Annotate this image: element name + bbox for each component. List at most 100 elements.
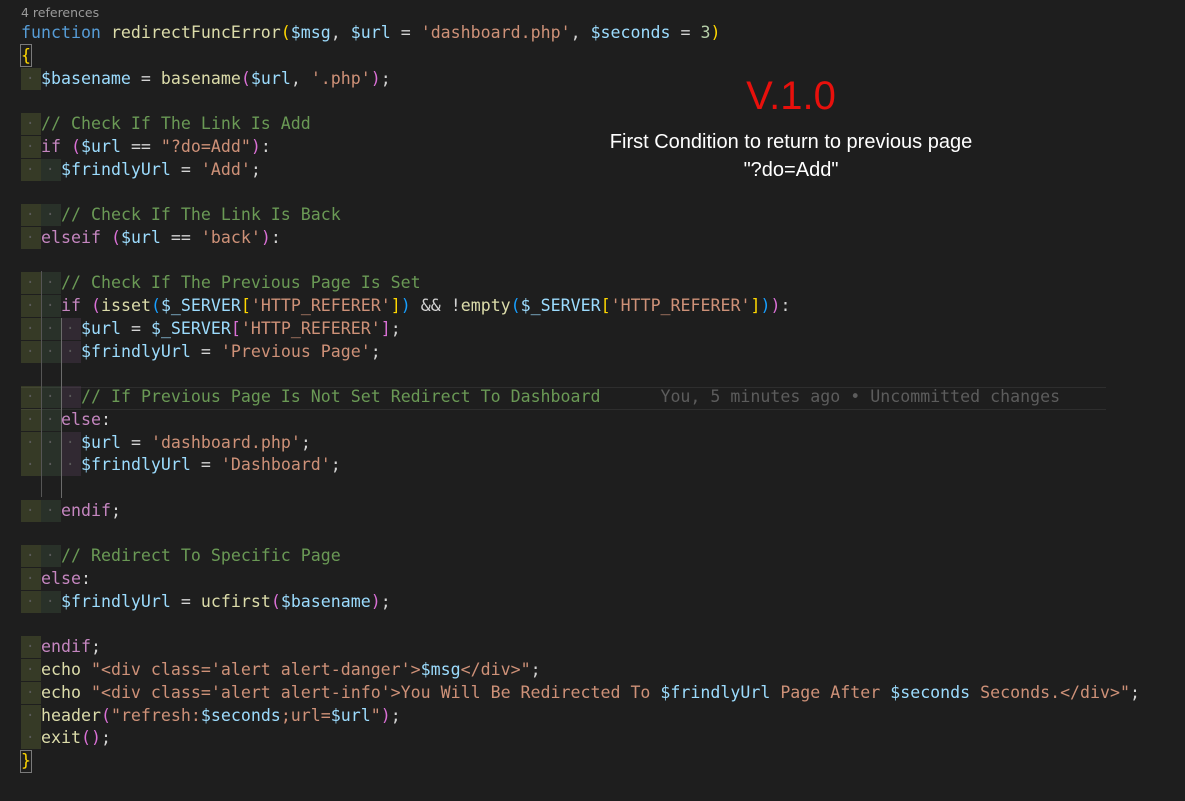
token-paren: ( bbox=[240, 68, 251, 88]
token-control-keyword: if bbox=[41, 136, 61, 156]
code-line-29[interactable]: echo "<div class='alert alert-danger'>$m… bbox=[21, 659, 1140, 682]
indent-guide bbox=[21, 454, 41, 477]
code-line-33[interactable]: } bbox=[21, 750, 1140, 773]
token-paren: ) bbox=[370, 591, 381, 611]
code-line-23[interactable] bbox=[21, 523, 1140, 546]
token-punct: : bbox=[80, 569, 91, 588]
code-line-9[interactable]: // Check If The Link Is Back bbox=[21, 204, 1140, 227]
indent-guide bbox=[21, 226, 41, 250]
code-editor[interactable]: 4 references function redirectFuncError(… bbox=[0, 0, 1185, 801]
token-string: 'dashboard.php' bbox=[420, 23, 571, 42]
code-line-13[interactable]: if (isset($_SERVER['HTTP_REFERER']) && !… bbox=[21, 295, 1140, 318]
code-line-24[interactable]: // Redirect To Specific Page bbox=[21, 545, 1140, 568]
code-line-8[interactable] bbox=[21, 181, 1140, 204]
token-function-name: basename bbox=[160, 68, 241, 88]
token-punct: ; bbox=[380, 68, 391, 88]
token-paren: ) bbox=[380, 705, 391, 725]
code-line-22[interactable]: endif; bbox=[21, 499, 1140, 523]
code-line-16[interactable] bbox=[21, 363, 1140, 386]
indent-guide bbox=[41, 386, 61, 409]
code-line-19[interactable]: $url = 'dashboard.php'; bbox=[21, 431, 1140, 454]
token-variable: $url bbox=[120, 227, 161, 247]
indent-guide bbox=[41, 317, 61, 341]
token-punct: ; bbox=[100, 728, 111, 748]
code-line-21[interactable] bbox=[21, 477, 1140, 500]
token-paren: ) bbox=[370, 68, 381, 88]
token-bracket: [ bbox=[230, 318, 241, 338]
token-paren: ( bbox=[270, 591, 281, 611]
indent-guide bbox=[21, 681, 41, 705]
indent-guide bbox=[61, 340, 81, 363]
token-operator: = bbox=[170, 591, 201, 611]
token-control-keyword: else bbox=[61, 409, 101, 429]
token-paren: ( bbox=[510, 296, 521, 315]
indent-guide bbox=[41, 340, 61, 363]
codelens-references[interactable]: 4 references bbox=[21, 5, 99, 20]
indent-guide bbox=[41, 295, 61, 318]
token-variable: $url bbox=[250, 68, 291, 88]
token-variable: $frindlyUrl bbox=[660, 682, 771, 702]
token-punct: ; bbox=[390, 705, 401, 725]
token-variable: $frindlyUrl bbox=[81, 341, 191, 361]
code-line-30[interactable]: echo "<div class='alert alert-info'>You … bbox=[21, 681, 1140, 705]
token-number: 3 bbox=[700, 23, 711, 42]
code-line-28[interactable]: endif; bbox=[21, 636, 1140, 659]
indent-guide bbox=[41, 454, 61, 477]
token-punct: ; bbox=[530, 660, 541, 679]
indent-guide bbox=[41, 590, 61, 614]
indent-guide bbox=[41, 499, 61, 523]
code-line-25[interactable]: else: bbox=[21, 568, 1140, 591]
token-string: Seconds.</div>" bbox=[970, 682, 1131, 702]
git-blame-annotation[interactable]: You, 5 minutes ago • Uncommitted changes bbox=[660, 387, 1060, 406]
code-line-27[interactable] bbox=[21, 614, 1140, 637]
token-bracket: ] bbox=[380, 318, 391, 338]
token-variable: $frindlyUrl bbox=[61, 591, 171, 611]
token-variable: $seconds bbox=[200, 705, 281, 725]
indent-guide bbox=[21, 590, 41, 614]
code-line-18[interactable]: else: bbox=[21, 408, 1140, 432]
token-punct: : bbox=[260, 136, 271, 156]
token-variable: $frindlyUrl bbox=[81, 455, 191, 475]
token-paren: ( bbox=[280, 23, 291, 42]
token-punct: , bbox=[290, 68, 301, 88]
token-punct: , bbox=[570, 23, 581, 42]
code-line-11[interactable] bbox=[21, 250, 1140, 273]
token-paren: ( bbox=[70, 136, 81, 156]
code-line-32[interactable]: exit(); bbox=[21, 727, 1140, 750]
token-function-name: echo bbox=[41, 660, 81, 679]
token-punct: ; bbox=[370, 341, 381, 361]
token-paren: ) bbox=[260, 227, 271, 247]
code-line-1[interactable]: function redirectFuncError($msg, $url = … bbox=[21, 22, 1140, 45]
token-string: 'HTTP_REFERER' bbox=[240, 318, 381, 338]
code-line-14[interactable]: $url = $_SERVER['HTTP_REFERER']; bbox=[21, 317, 1140, 341]
code-line-12[interactable]: // Check If The Previous Page Is Set bbox=[21, 272, 1140, 295]
token-punct: : bbox=[270, 227, 281, 247]
token-paren: () bbox=[80, 728, 101, 748]
token-operator: = bbox=[670, 23, 701, 42]
token-string: 'HTTP_REFERER' bbox=[250, 296, 391, 315]
token-variable: $url bbox=[330, 705, 371, 725]
code-line-26[interactable]: $frindlyUrl = ucfirst($basename); bbox=[21, 590, 1140, 614]
indent-guide bbox=[21, 67, 41, 90]
token-variable: $basename bbox=[41, 68, 131, 88]
code-line-20[interactable]: $frindlyUrl = 'Dashboard'; bbox=[21, 454, 1140, 477]
code-line-15[interactable]: $frindlyUrl = 'Previous Page'; bbox=[21, 340, 1140, 363]
indent-guide bbox=[21, 204, 41, 227]
token-variable: $url bbox=[81, 432, 121, 452]
token-variable: $msg bbox=[420, 660, 461, 679]
indent-guide bbox=[21, 340, 41, 363]
code-line-2[interactable]: { bbox=[21, 45, 1140, 68]
version-label: V.1.0 bbox=[746, 74, 836, 118]
token-operator: = bbox=[120, 432, 151, 452]
token-paren: ( bbox=[110, 227, 121, 247]
indent-guide bbox=[41, 204, 61, 227]
token-bracket: [ bbox=[600, 296, 611, 315]
token-punct: ; bbox=[380, 591, 391, 611]
token-operator: = bbox=[190, 455, 221, 475]
indent-guide bbox=[21, 135, 41, 159]
token-function-name: redirectFuncError bbox=[110, 23, 281, 42]
code-line-17-current[interactable]: // If Previous Page Is Not Set Redirect … bbox=[21, 386, 1140, 410]
code-line-10[interactable]: elseif ($url == 'back'): bbox=[21, 226, 1140, 250]
code-line-31[interactable]: header("refresh:$seconds;url=$url"); bbox=[21, 704, 1140, 727]
indent-guide bbox=[41, 545, 61, 568]
